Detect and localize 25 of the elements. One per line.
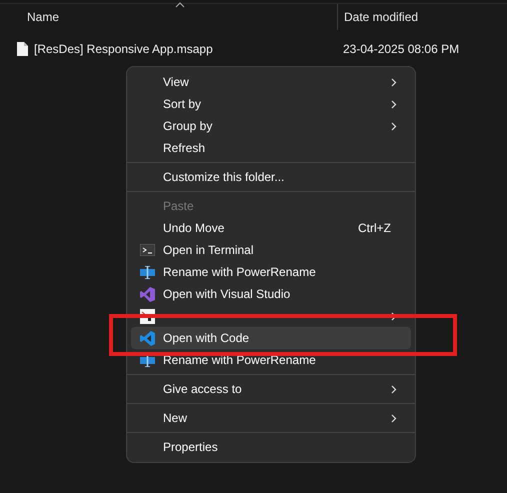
menu-item[interactable]: Open in Terminal [131, 239, 411, 261]
menu-item[interactable]: Group by [131, 115, 411, 137]
menu-item[interactable]: Properties [131, 436, 411, 458]
column-header[interactable]: Date modified [344, 10, 418, 24]
terminal-icon [140, 244, 154, 256]
file-name[interactable]: [ResDes] Responsive App.msapp [34, 42, 213, 56]
code-editor-icon [140, 330, 154, 346]
menu-item[interactable]: Open with Code [131, 327, 411, 349]
file-date: 23-04-2025 08:06 PM [343, 42, 460, 56]
menu-item[interactable]: Rename with PowerRename [131, 261, 411, 283]
visual-studio-icon [140, 286, 154, 302]
menu-item[interactable]: Rename with PowerRename [131, 349, 411, 371]
menu-item[interactable]: Open with Visual Studio [131, 283, 411, 305]
menu-item[interactable]: Undo Move Ctrl+Z [131, 217, 411, 239]
menu-item[interactable]: View [131, 71, 411, 93]
menu-item[interactable]: Refresh [131, 137, 411, 159]
file-icon [17, 42, 28, 56]
shortcut-text: Ctrl+Z [358, 221, 391, 235]
column-header[interactable]: Name [27, 10, 60, 24]
menu-item[interactable]: Sort by [131, 93, 411, 115]
rename-icon [140, 266, 154, 278]
menu-item[interactable]: Give access to [131, 378, 411, 400]
menu-item[interactable]: Customize this folder... [131, 166, 411, 188]
menu-item[interactable]: New [131, 407, 411, 429]
rename-icon [140, 354, 154, 366]
